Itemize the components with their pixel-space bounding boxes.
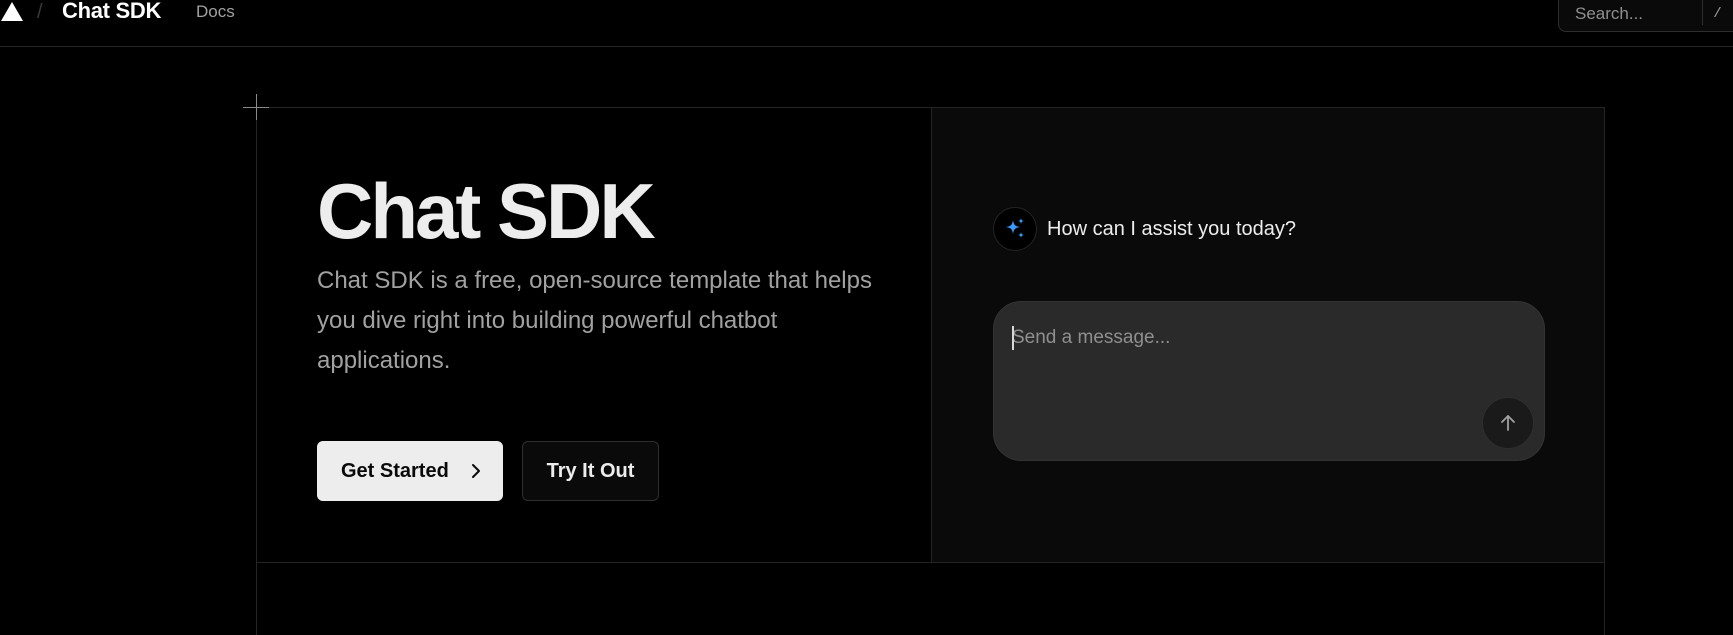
get-started-label: Get Started [341, 459, 449, 482]
brand-name[interactable]: Chat SDK [62, 0, 161, 23]
search-box[interactable]: Search... / [1558, 0, 1733, 32]
try-it-out-label: Try It Out [546, 459, 635, 482]
message-composer[interactable] [993, 301, 1545, 461]
hero-title: Chat SDK [317, 167, 656, 255]
message-input[interactable] [1012, 320, 1512, 356]
arrow-up-icon [1501, 415, 1515, 431]
text-caret [1012, 326, 1014, 350]
search-shortcut-key: / [1702, 0, 1732, 25]
frame-guide-line [256, 562, 257, 635]
assistant-avatar [993, 207, 1037, 251]
search-placeholder[interactable]: Search... [1575, 3, 1643, 25]
hero-content: Chat SDK Chat SDK is a free, open-source… [257, 108, 931, 562]
corner-crosshair [256, 94, 257, 120]
send-button[interactable] [1482, 397, 1534, 449]
try-it-out-button[interactable]: Try It Out [522, 441, 659, 501]
assistant-message: How can I assist you today? [1047, 218, 1297, 240]
chevron-right-icon [472, 464, 480, 478]
sparkles-icon [1006, 218, 1024, 238]
hero-description: Chat SDK is a free, open-source template… [317, 267, 872, 374]
top-navigation-bar: / Chat SDK Docs Search... / [0, 0, 1733, 47]
get-started-button[interactable]: Get Started [317, 441, 503, 501]
nav-link-docs[interactable]: Docs [196, 1, 235, 23]
frame-guide-line [1604, 562, 1605, 635]
chat-preview-panel: How can I assist you today? [931, 108, 1604, 562]
triangle-logo-icon[interactable] [1, 2, 23, 21]
breadcrumb-separator: / [37, 1, 43, 23]
